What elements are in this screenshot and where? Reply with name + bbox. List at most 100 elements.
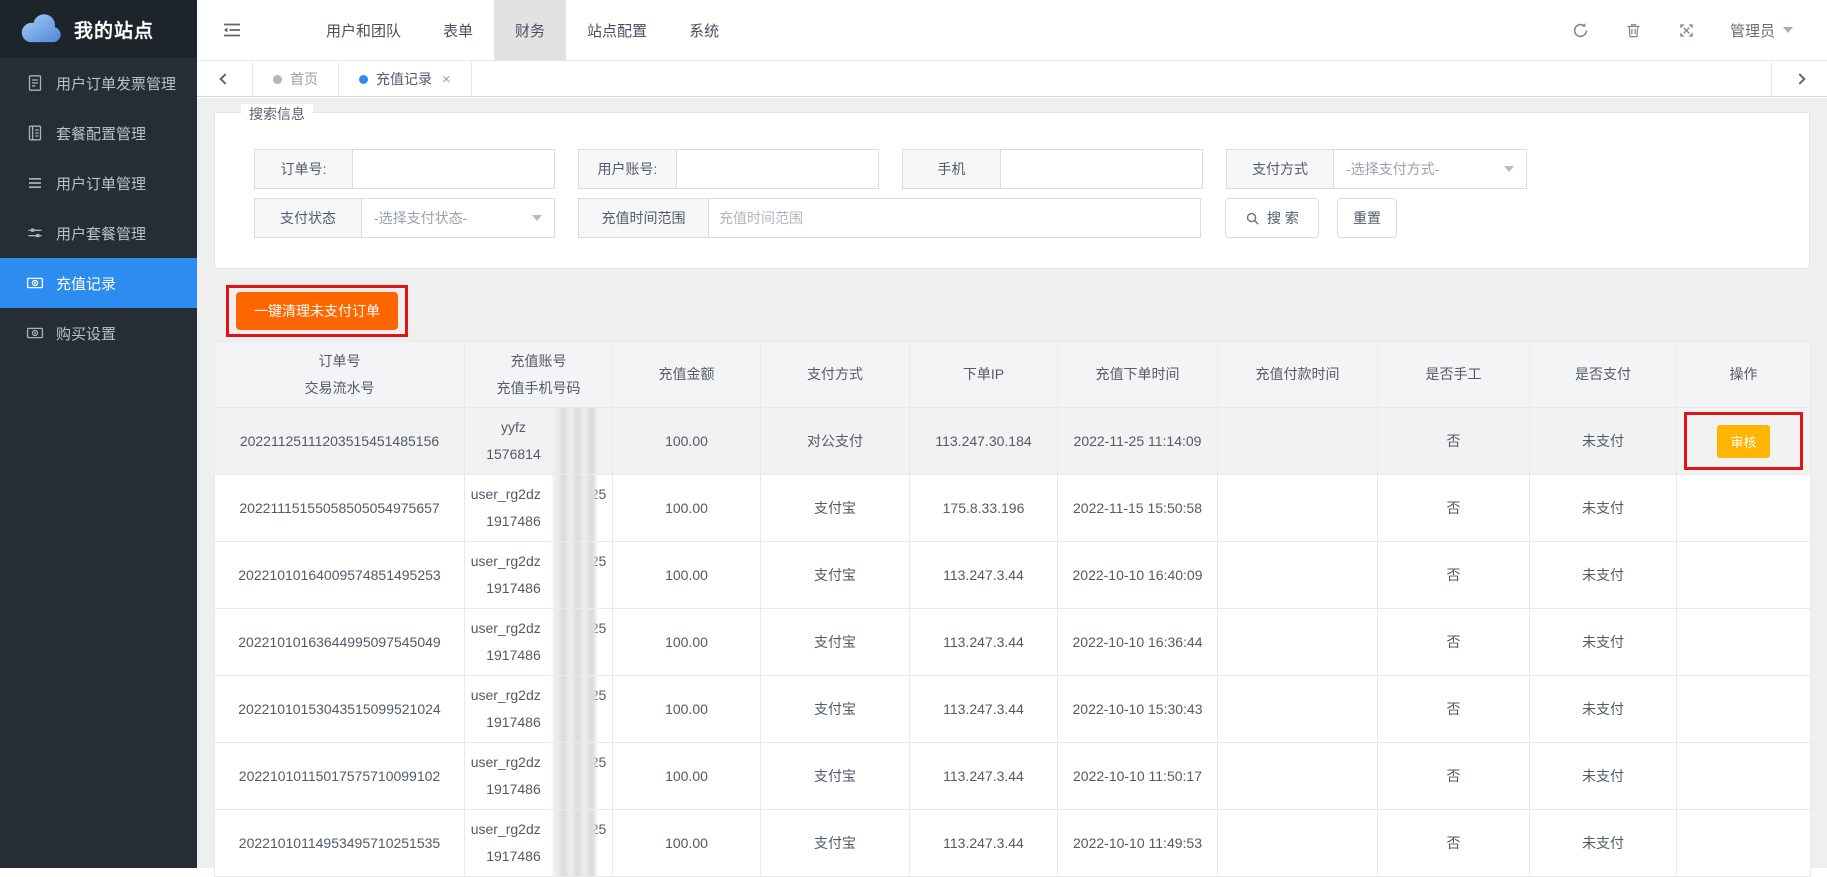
mosaic-redaction [553,810,596,877]
nav-item-系统[interactable]: 系统 [668,0,740,60]
close-icon[interactable]: × [442,71,451,88]
tab-label: 首页 [290,69,318,89]
cell-pay-method: 支付宝 [761,475,910,542]
sidebar-item-购买设置[interactable]: 购买设置 [0,308,197,358]
reset-button[interactable]: 重置 [1337,198,1397,238]
package-config-icon [26,124,44,142]
account-text: user_rg2dz [471,481,541,508]
cell-manual: 否 [1378,542,1530,609]
header-line: 操作 [1677,361,1810,388]
tab-首页[interactable]: 首页 [253,62,339,96]
cell-order-time: 2022-10-10 11:50:17 [1058,743,1218,810]
search-icon [1245,211,1260,226]
header-line: 是否支付 [1530,361,1676,388]
table-header: 订单号交易流水号充值账号充值手机号码充值金额支付方式下单IP充值下单时间充值付款… [215,342,1811,408]
phone-input[interactable] [1000,149,1203,189]
fullscreen-icon[interactable] [1677,21,1696,40]
cell-account: user_rg2dz251917486 [465,810,613,877]
cell-amount: 100.00 [613,542,761,609]
sidebar-item-label: 用户套餐管理 [56,223,146,244]
time-range-input[interactable] [708,198,1201,238]
cell-pay-status: 未支付 [1530,542,1677,609]
cell-amount: 100.00 [613,408,761,475]
search-button[interactable]: 搜 索 [1225,198,1319,238]
sidebar-item-用户订单发票管理[interactable]: 用户订单发票管理 [0,58,197,108]
cell-pay-method: 支付宝 [761,542,910,609]
nav-item-用户和团队[interactable]: 用户和团队 [305,0,422,60]
user-account-input[interactable] [676,149,879,189]
sidebar-item-label: 用户订单管理 [56,173,146,194]
cell-account: yyfz1576814 [465,408,613,475]
sidebar-item-套餐配置管理[interactable]: 套餐配置管理 [0,108,197,158]
menu-fold-icon[interactable] [197,0,267,60]
trash-icon[interactable] [1624,21,1643,40]
cell-ip: 113.247.3.44 [910,810,1058,877]
cell-pay-method: 支付宝 [761,609,910,676]
tab-bar: 首页 充值记录× [197,62,1827,97]
table-body: 20221125111203515451485156yyfz1576814100… [215,408,1811,877]
table-row: 20221010163644995097545049user_rg2dz2519… [215,609,1811,676]
search-row-2: 支付状态 -选择支付状态- 充值时间范围 搜 索 重置 [254,198,1809,238]
cell-pay-time [1218,676,1378,743]
pay-status-select[interactable]: -选择支付状态- [361,198,555,238]
cell-pay-status: 未支付 [1530,676,1677,743]
cell-pay-status: 未支付 [1530,609,1677,676]
phone-field: 手机 [902,149,1203,189]
cell-pay-method: 支付宝 [761,743,910,810]
column-header-订单号: 订单号交易流水号 [215,342,465,408]
phone-label: 手机 [902,149,1000,189]
column-header-充值账号: 充值账号充值手机号码 [465,342,613,408]
order-no-input[interactable] [352,149,555,189]
invoice-icon [26,74,44,92]
user-account-label: 用户账号: [578,149,676,189]
cell-pay-method: 支付宝 [761,810,910,877]
cell-order-no: 20221010164009574851495253 [215,542,465,609]
cell-ip: 113.247.3.44 [910,676,1058,743]
nav-item-站点配置[interactable]: 站点配置 [566,0,668,60]
recharge-table: 订单号交易流水号充值账号充值手机号码充值金额支付方式下单IP充值下单时间充值付款… [214,341,1811,877]
admin-label: 管理员 [1730,20,1775,41]
sidebar-item-用户订单管理[interactable]: 用户订单管理 [0,158,197,208]
column-header-充值付款时间: 充值付款时间 [1218,342,1378,408]
refresh-icon[interactable] [1571,21,1590,40]
sidebar-item-充值记录[interactable]: 充值记录 [0,258,197,308]
audit-button[interactable]: 审核 [1717,425,1769,458]
user-package-icon [26,224,44,242]
cell-action [1677,743,1811,810]
tabs-scroll-right-icon[interactable] [1771,62,1827,96]
column-header-支付方式: 支付方式 [761,342,910,408]
cell-amount: 100.00 [613,810,761,877]
account-text: user_rg2dz [471,682,541,709]
cell-order-no: 20221010115017575710099102 [215,743,465,810]
sidebar-item-用户套餐管理[interactable]: 用户套餐管理 [0,208,197,258]
tab-充值记录[interactable]: 充值记录× [339,62,472,96]
cell-order-time: 2022-10-10 16:40:09 [1058,542,1218,609]
nav-item-财务[interactable]: 财务 [494,0,566,60]
column-header-充值下单时间: 充值下单时间 [1058,342,1218,408]
pay-method-select[interactable]: -选择支付方式- [1333,149,1527,189]
mosaic-redaction [553,743,596,810]
main-content: 搜索信息 订单号: 用户账号: 手机 支付方式 -选择支付方式- [197,98,1827,868]
mosaic-redaction [553,609,596,676]
pay-status-label: 支付状态 [254,198,361,238]
tabs: 首页 充值记录× [253,62,472,96]
tabs-scroll-left-icon[interactable] [197,62,253,96]
clear-unpaid-button[interactable]: 一键清理未支付订单 [236,292,398,330]
chevron-down-icon [532,215,542,221]
header-line: 充值账号 [465,348,612,375]
search-panel-title: 搜索信息 [241,104,313,124]
top-nav: 用户和团队表单财务站点配置系统 [305,0,740,60]
cell-action [1677,676,1811,743]
cell-pay-status: 未支付 [1530,810,1677,877]
account-text: user_rg2dz [471,615,541,642]
cell-pay-status: 未支付 [1530,743,1677,810]
nav-item-表单[interactable]: 表单 [422,0,494,60]
order-list-icon [26,174,44,192]
admin-menu[interactable]: 管理员 [1730,20,1793,41]
phone-text: 1917486 [486,709,541,736]
header-line: 支付方式 [761,361,909,388]
cell-order-no: 20221125111203515451485156 [215,408,465,475]
order-no-field: 订单号: [254,149,555,189]
cloud-logo-icon [18,13,64,45]
top-header: 用户和团队表单财务站点配置系统 管理员 [197,0,1827,61]
